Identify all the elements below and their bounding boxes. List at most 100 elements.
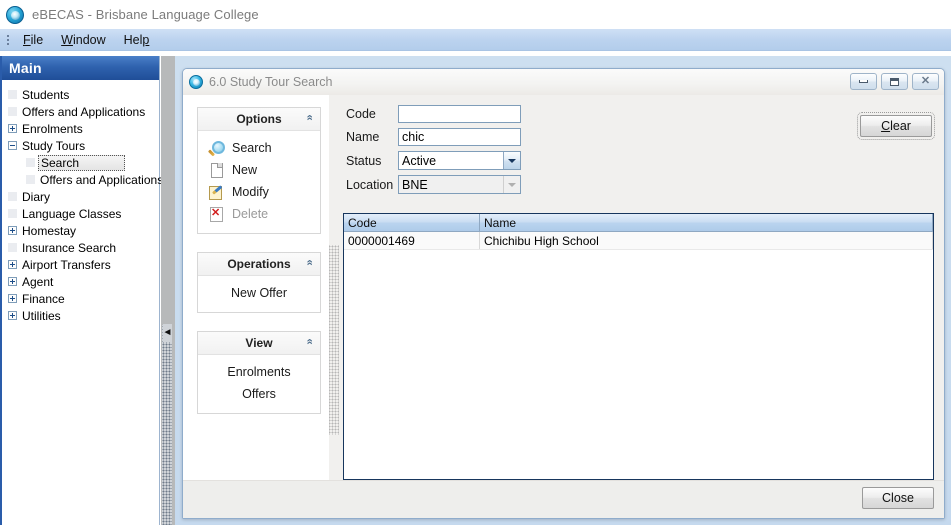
panel-header-operations[interactable]: Operations« — [198, 253, 320, 276]
tree-line-icon — [8, 90, 17, 99]
status-combo-value: Active — [402, 154, 503, 168]
sidebar-item-label: Agent — [21, 275, 53, 289]
option-label: Search — [232, 141, 272, 155]
panel-items: EnrolmentsOffers — [198, 355, 320, 413]
status-combo-button[interactable] — [503, 152, 520, 169]
column-header-code[interactable]: Code — [344, 214, 480, 232]
clear-button[interactable]: Clear — [860, 115, 932, 137]
close-dialog-button[interactable]: Close — [862, 487, 934, 509]
sidebar: Main StudentsOffers and ApplicationsEnro… — [0, 56, 160, 525]
sidebar-item-finance[interactable]: Finance — [2, 290, 159, 307]
panel-header-options[interactable]: Options« — [198, 108, 320, 131]
expand-icon[interactable] — [8, 294, 17, 303]
option-label: Modify — [232, 185, 269, 199]
option-label: Delete — [232, 207, 268, 221]
dialog-titlebar[interactable]: 6.0 Study Tour Search ✕ — [183, 69, 944, 95]
option-offers[interactable]: Offers — [198, 383, 320, 405]
expand-icon[interactable] — [8, 226, 17, 235]
sidebar-item-enrolments[interactable]: Enrolments — [2, 120, 159, 137]
expand-icon[interactable] — [8, 124, 17, 133]
maximize-button[interactable] — [881, 73, 908, 90]
panel-splitter-grip[interactable] — [329, 245, 339, 435]
minimize-button[interactable] — [850, 73, 877, 90]
app-title: eBECAS - Brisbane Language College — [32, 7, 259, 22]
minimize-icon — [859, 80, 868, 83]
close-button[interactable]: ✕ — [912, 73, 939, 90]
sidebar-item-insurance-search[interactable]: Insurance Search — [2, 239, 159, 256]
form-row-name: Name — [343, 128, 934, 146]
search-content: Code Name Status Active — [339, 95, 944, 480]
sidebar-item-homestay[interactable]: Homestay — [2, 222, 159, 239]
tree-line-icon — [26, 158, 35, 167]
expand-icon[interactable] — [8, 260, 17, 269]
results-grid-body[interactable]: 0000001469Chichibu High School — [344, 232, 933, 479]
cell-name: Chichibu High School — [480, 232, 933, 249]
options-sidebar: Options« Search New Modify Delete Operations«… — [183, 95, 329, 480]
option-label: New Offer — [231, 286, 287, 300]
menubar-grip[interactable] — [3, 33, 12, 47]
sidebar-item-label: Diary — [21, 190, 50, 204]
expand-icon[interactable] — [8, 277, 17, 286]
sidebar-item-search[interactable]: Search — [2, 154, 159, 171]
option-delete: Delete — [198, 203, 320, 225]
chevron-up-icon[interactable]: « — [303, 338, 314, 344]
panel-splitter[interactable] — [329, 95, 339, 480]
close-icon: ✕ — [921, 76, 930, 87]
sidebar-item-label: Airport Transfers — [21, 258, 111, 272]
sidebar-item-offers-and-applications[interactable]: Offers and Applications — [2, 171, 159, 188]
chevron-up-icon[interactable]: « — [303, 114, 314, 120]
dialog-footer: Close — [183, 480, 944, 518]
sidebar-item-offers-and-applications[interactable]: Offers and Applications — [2, 103, 159, 120]
option-enrolments[interactable]: Enrolments — [198, 361, 320, 383]
menubar: File Window Help — [0, 29, 951, 51]
column-header-name[interactable]: Name — [480, 214, 933, 232]
tree-line-icon — [8, 192, 17, 201]
option-new-offer[interactable]: New Offer — [198, 282, 320, 304]
code-input[interactable] — [398, 105, 521, 123]
app-globe-icon — [6, 6, 24, 24]
delete-x-icon — [208, 206, 224, 222]
sidebar-item-agent[interactable]: Agent — [2, 273, 159, 290]
status-label: Status — [343, 154, 398, 168]
splitter-grip[interactable] — [162, 325, 172, 525]
sidebar-item-label: Homestay — [21, 224, 76, 238]
collapse-icon[interactable] — [8, 141, 17, 150]
nav-splitter[interactable]: ◄ — [161, 56, 175, 525]
maximize-icon — [890, 78, 899, 86]
sidebar-item-label: Utilities — [21, 309, 61, 323]
table-row[interactable]: 0000001469Chichibu High School — [344, 232, 933, 250]
form-row-status: Status Active — [343, 151, 934, 170]
location-combo: BNE — [398, 175, 521, 194]
status-combo[interactable]: Active — [398, 151, 521, 170]
results-grid-header: CodeName — [344, 214, 933, 232]
menu-item-window[interactable]: Window — [52, 31, 114, 49]
sidebar-item-utilities[interactable]: Utilities — [2, 307, 159, 324]
panel-items: New Offer — [198, 276, 320, 312]
sidebar-header: Main — [2, 56, 159, 80]
sidebar-item-label: Finance — [21, 292, 65, 306]
option-search[interactable]: Search — [198, 137, 320, 159]
location-combo-button — [503, 176, 520, 193]
menu-item-help[interactable]: Help — [115, 31, 159, 49]
dialog-body: Options« Search New Modify Delete Operations«… — [183, 95, 944, 480]
panel-header-view[interactable]: View« — [198, 332, 320, 355]
tree-line-icon — [8, 209, 17, 218]
option-modify[interactable]: Modify — [198, 181, 320, 203]
menu-item-file[interactable]: File — [14, 31, 52, 49]
expand-icon[interactable] — [8, 311, 17, 320]
search-form: Code Name Status Active — [343, 105, 934, 203]
dialog-title: 6.0 Study Tour Search — [209, 75, 332, 89]
sidebar-tree: StudentsOffers and ApplicationsEnrolment… — [2, 80, 159, 324]
chevron-up-icon[interactable]: « — [303, 259, 314, 265]
sidebar-item-airport-transfers[interactable]: Airport Transfers — [2, 256, 159, 273]
sidebar-item-students[interactable]: Students — [2, 86, 159, 103]
collapse-left-arrow-icon[interactable]: ◄ — [163, 324, 172, 342]
sidebar-item-label: Enrolments — [21, 122, 83, 136]
name-input[interactable] — [398, 128, 521, 146]
sidebar-item-language-classes[interactable]: Language Classes — [2, 205, 159, 222]
dialog-globe-icon — [189, 75, 203, 89]
edit-pencil-icon — [208, 184, 224, 200]
option-new[interactable]: New — [198, 159, 320, 181]
sidebar-item-study-tours[interactable]: Study Tours — [2, 137, 159, 154]
sidebar-item-diary[interactable]: Diary — [2, 188, 159, 205]
